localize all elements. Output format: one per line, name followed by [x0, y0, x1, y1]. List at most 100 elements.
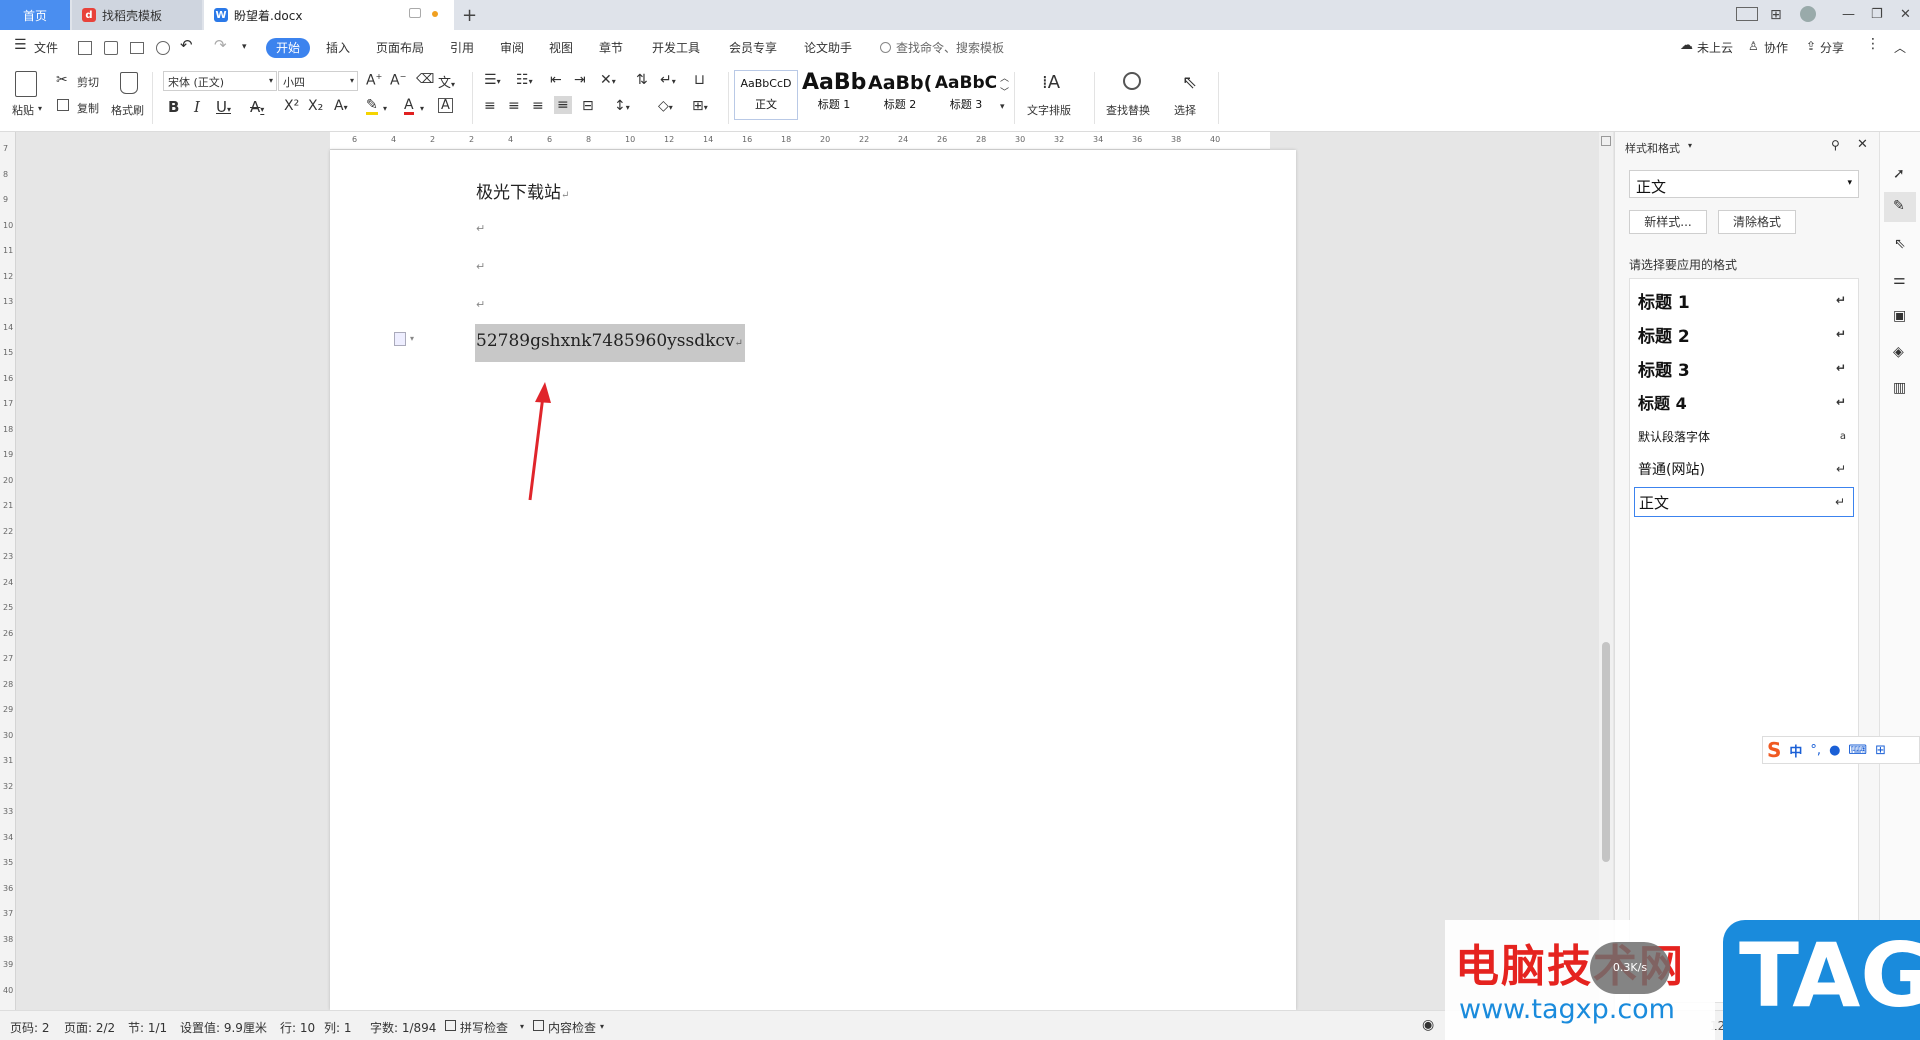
- borders-icon[interactable]: ⊞▾: [692, 98, 708, 114]
- menu-view[interactable]: 视图: [549, 39, 573, 56]
- hamburger-icon[interactable]: ☰: [14, 37, 27, 53]
- book-icon[interactable]: ▥: [1893, 380, 1906, 396]
- tab-home[interactable]: 首页: [0, 0, 70, 30]
- format-painter-button[interactable]: 格式刷: [111, 102, 144, 118]
- menu-membership[interactable]: 会员专享: [729, 39, 777, 56]
- status-pages[interactable]: 页面: 2/2: [64, 1019, 115, 1036]
- subscript-icon[interactable]: X₂: [308, 98, 323, 114]
- navigation-icon[interactable]: ◈: [1893, 344, 1904, 360]
- menu-references[interactable]: 引用: [450, 39, 474, 56]
- microphone-icon[interactable]: ●: [1829, 743, 1840, 758]
- style-item-heading-4[interactable]: 标题 4 ↵: [1634, 387, 1854, 417]
- distribute-icon[interactable]: ⊟: [582, 98, 594, 114]
- save-icon[interactable]: [78, 41, 92, 55]
- menu-thesis-assistant[interactable]: 论文助手: [804, 39, 852, 56]
- select-button[interactable]: 选择: [1174, 102, 1196, 118]
- grid-apps-icon[interactable]: ⊞: [1770, 7, 1782, 23]
- font-name-select[interactable]: 宋体 (正文) ▾: [163, 71, 277, 91]
- styles-panel-title[interactable]: 样式和格式: [1625, 140, 1680, 156]
- ime-lang-toggle[interactable]: 中: [1789, 741, 1802, 760]
- tab-template[interactable]: d 找稻壳模板: [72, 0, 202, 30]
- layout-icon[interactable]: [1736, 7, 1758, 21]
- word-count[interactable]: 字数: 1/894: [370, 1019, 436, 1036]
- menu-developer[interactable]: 开发工具: [652, 39, 700, 56]
- scroll-up-icon[interactable]: [1601, 136, 1611, 146]
- collab-button[interactable]: 协作: [1764, 39, 1788, 56]
- style-item-heading-1[interactable]: 标题 1 ↵: [1634, 285, 1854, 315]
- style-heading-1[interactable]: AaBb 标题 1: [802, 70, 866, 120]
- avatar[interactable]: [1800, 6, 1816, 22]
- char-border-icon[interactable]: A: [438, 98, 453, 113]
- scrollbar-thumb[interactable]: [1602, 642, 1610, 862]
- clear-format-icon[interactable]: ⌫: [416, 72, 434, 87]
- paste-dropdown-icon[interactable]: ▾: [38, 104, 42, 113]
- vertical-ruler[interactable]: 7 8 9 10 11 12 13 14 15 16 17 18 19 20 21 22 23 24 25 26 27 2…: [0, 132, 16, 1010]
- style-item-heading-2[interactable]: 标题 2 ↵: [1634, 319, 1854, 349]
- command-search-input[interactable]: 查找命令、搜索模板: [896, 39, 1004, 56]
- content-check-button[interactable]: 内容检查: [548, 1019, 596, 1036]
- document-page[interactable]: 极光下载站↵ ↵ ↵ ↵ ▾ 52789gshxnk7485960yssdkcv…: [330, 150, 1296, 1010]
- redo-icon[interactable]: ↷: [214, 36, 227, 54]
- panel-title-dropdown-icon[interactable]: ▾: [1688, 141, 1692, 150]
- menu-start[interactable]: 开始: [266, 38, 310, 58]
- toolbox-icon[interactable]: ⊞: [1875, 743, 1886, 758]
- new-style-button[interactable]: 新样式...: [1629, 210, 1707, 234]
- horizontal-ruler[interactable]: 6 4 2 2 4 6 8 10 12 14 16 18 20 22 24 26 28 30 32 34 36 38 40: [330, 132, 1270, 150]
- undo-icon[interactable]: ↶: [180, 36, 193, 54]
- chevron-down-icon[interactable]: ▾: [520, 1022, 524, 1031]
- increase-indent-icon[interactable]: ⇥: [574, 72, 586, 88]
- menu-insert[interactable]: 插入: [326, 39, 350, 56]
- spell-check-button[interactable]: 拼写检查: [460, 1019, 508, 1036]
- minimize-icon[interactable]: —: [1842, 7, 1855, 22]
- export-pdf-icon[interactable]: [104, 41, 118, 55]
- paste-icon[interactable]: [15, 71, 37, 97]
- collapse-ribbon-icon[interactable]: ︿: [1894, 39, 1906, 56]
- show-marks-icon[interactable]: ↵▾: [660, 72, 676, 88]
- align-center-icon[interactable]: ≡: [508, 98, 520, 114]
- sort-icon[interactable]: ⇅: [636, 72, 648, 88]
- vertical-scrollbar[interactable]: [1599, 132, 1613, 1010]
- style-item-normal[interactable]: 正文 ↵: [1634, 487, 1854, 517]
- close-window-icon[interactable]: ✕: [1900, 7, 1911, 22]
- adjust-icon[interactable]: ⚌: [1893, 272, 1906, 288]
- quick-access-more-icon[interactable]: ▾: [242, 42, 247, 52]
- close-panel-icon[interactable]: ✕: [1857, 137, 1868, 152]
- font-color-dropdown-icon[interactable]: ▾: [420, 104, 424, 113]
- shading-icon[interactable]: ◇▾: [658, 98, 673, 114]
- find-replace-button[interactable]: 查找替换: [1106, 102, 1150, 118]
- menu-review[interactable]: 审阅: [500, 39, 524, 56]
- styles-scroll-icon[interactable]: ︿ ﹀ ▾: [1000, 72, 1009, 114]
- style-item-default-font[interactable]: 默认段落字体 a: [1634, 421, 1854, 451]
- rocket-icon[interactable]: ➚: [1893, 166, 1905, 182]
- font-color-icon[interactable]: A: [404, 98, 414, 115]
- style-item-normal-web[interactable]: 普通(网站) ↵: [1634, 454, 1854, 484]
- punctuation-icon[interactable]: °,: [1810, 743, 1821, 758]
- superscript-icon[interactable]: X²: [284, 98, 299, 114]
- styles-tool-active[interactable]: ✎: [1884, 192, 1916, 222]
- select-arrow-icon[interactable]: ⇖: [1894, 236, 1906, 252]
- status-column[interactable]: 列: 1: [324, 1019, 352, 1036]
- menu-file[interactable]: 文件: [34, 39, 58, 56]
- format-painter-icon[interactable]: [120, 72, 138, 94]
- bold-icon[interactable]: B: [168, 98, 179, 116]
- menu-page-layout[interactable]: 页面布局: [376, 39, 424, 56]
- font-size-select[interactable]: 小四 ▾: [278, 71, 358, 91]
- image-tool-icon[interactable]: ▣: [1893, 308, 1906, 324]
- status-setting[interactable]: 设置值: 9.9厘米: [180, 1019, 267, 1036]
- paste-button-label[interactable]: 粘贴: [12, 102, 34, 118]
- keyboard-icon[interactable]: ⌨: [1848, 743, 1867, 758]
- restore-icon[interactable]: ❐: [1871, 7, 1883, 22]
- text-effect-icon[interactable]: A▾: [334, 98, 348, 114]
- copy-button[interactable]: 复制: [77, 100, 99, 116]
- style-normal[interactable]: AaBbCcD 正文: [734, 70, 798, 120]
- phonetic-guide-icon[interactable]: 文▾: [438, 72, 455, 91]
- italic-icon[interactable]: I: [194, 98, 200, 116]
- clear-format-button[interactable]: 清除格式: [1718, 210, 1796, 234]
- highlight-dropdown-icon[interactable]: ▾: [383, 104, 387, 113]
- new-tab-button[interactable]: +: [462, 0, 477, 30]
- pin-panel-icon[interactable]: ⚲: [1831, 138, 1840, 152]
- cloud-status-button[interactable]: 未上云: [1697, 39, 1733, 56]
- tab-comment-icon[interactable]: [409, 8, 421, 18]
- chevron-down-icon[interactable]: ▾: [600, 1022, 604, 1031]
- status-row[interactable]: 行: 10: [280, 1019, 315, 1036]
